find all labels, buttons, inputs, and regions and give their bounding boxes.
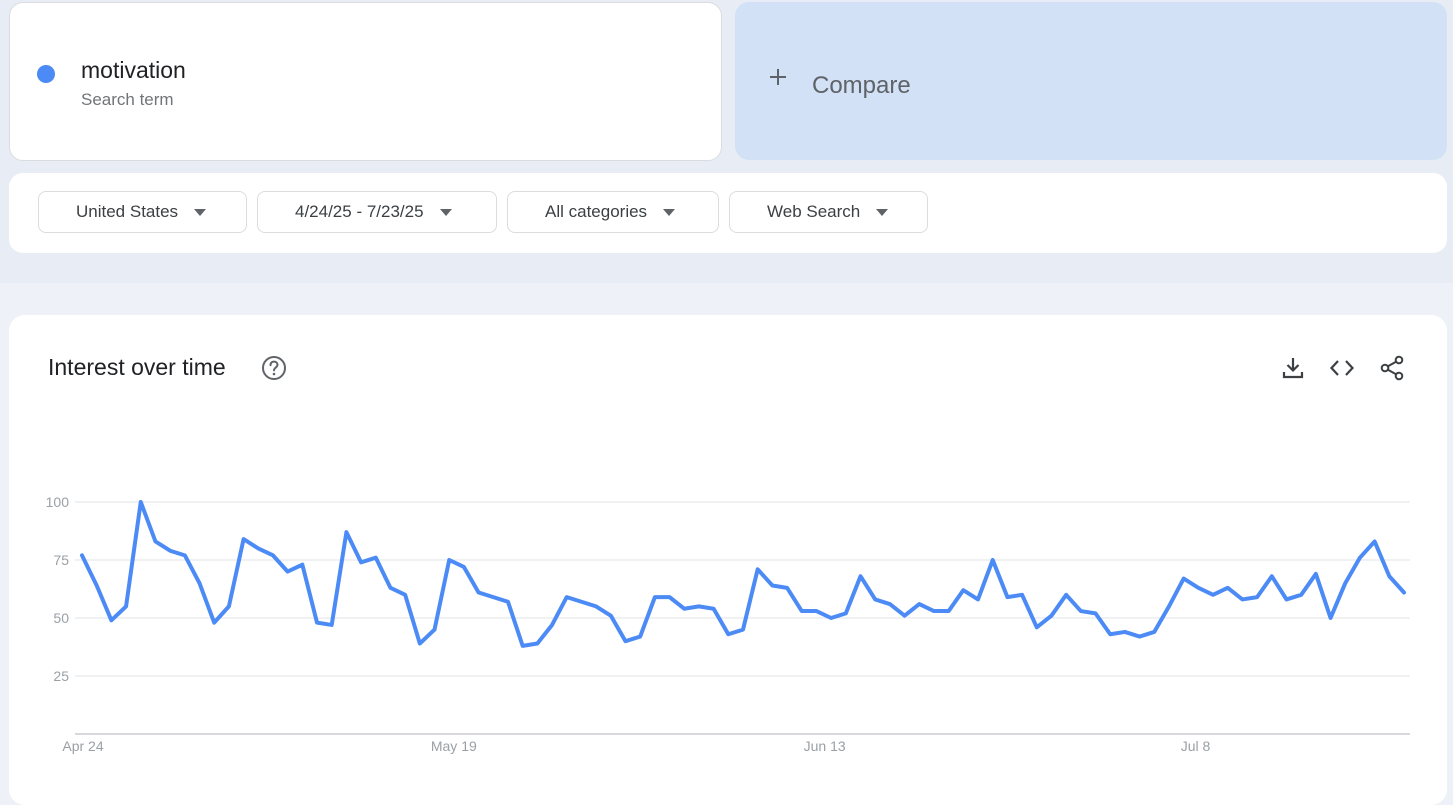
series-line-0: [80, 500, 1406, 648]
y-tick-label: 50: [53, 610, 69, 626]
x-tick-label: Jun 13: [804, 738, 846, 754]
y-tick-label: 75: [53, 552, 69, 568]
x-tick-label: May 19: [431, 738, 477, 754]
y-tick-label: 25: [53, 668, 69, 684]
x-tick-label: Jul 8: [1181, 738, 1211, 754]
interest-line-chart: 25 50 75 100 Apr 24 May 19 Jun 13 Jul 8: [46, 494, 1410, 754]
y-tick-label: 100: [46, 494, 70, 510]
x-tick-label: Apr 24: [62, 738, 103, 754]
